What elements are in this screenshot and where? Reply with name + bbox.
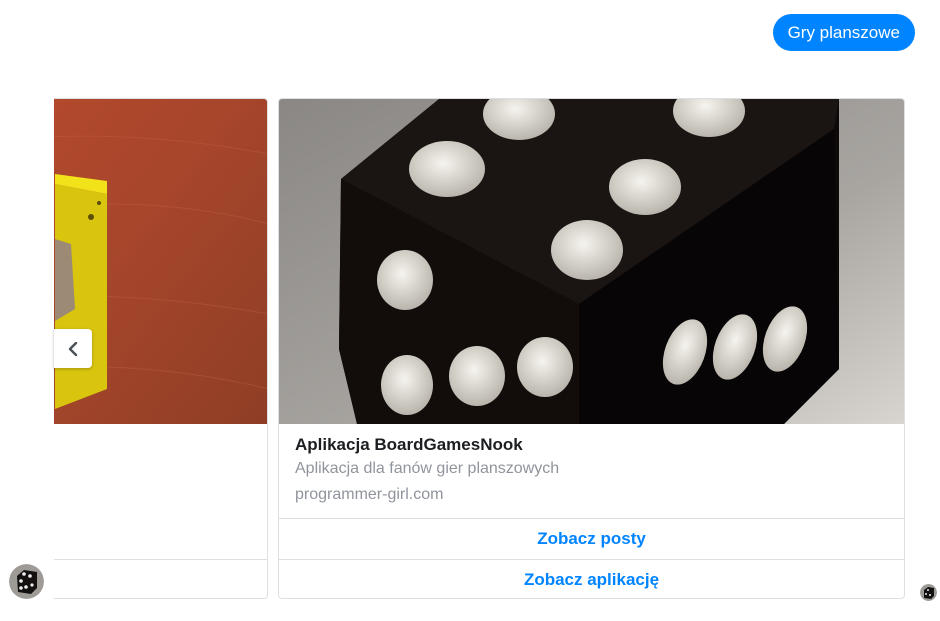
card-previous-image <box>54 99 267 424</box>
user-message-bubble: Gry planszowe <box>772 14 915 51</box>
black-dice-photo <box>279 99 904 424</box>
view-posts-button[interactable]: Zobacz posty <box>279 518 904 559</box>
card-url: programmer-girl.com <box>295 486 444 503</box>
yellow-dice-photo <box>54 99 267 424</box>
chevron-left-icon <box>68 341 78 356</box>
dice-avatar-icon <box>9 564 44 599</box>
dice-avatar-small-icon <box>920 584 937 601</box>
view-app-button[interactable]: Zobacz aplikację <box>279 559 904 598</box>
carousel-prev-button[interactable] <box>54 329 92 368</box>
card-boardgamesnook[interactable]: Aplikacja BoardGamesNook Aplikacja dla f… <box>278 98 905 599</box>
card-title: Aplikacja BoardGamesNook <box>295 435 523 454</box>
carousel: Aplikacja BoardGamesNook Aplikacja dla f… <box>54 98 940 600</box>
bot-avatar[interactable] <box>9 564 44 599</box>
card-previous-divider <box>54 559 267 560</box>
card-meta: Aplikacja BoardGamesNook Aplikacja dla f… <box>295 434 888 506</box>
card-image <box>279 99 904 424</box>
card-subtitle: Aplikacja dla fanów gier planszowych <box>295 460 560 477</box>
read-receipt-avatar <box>920 584 937 601</box>
